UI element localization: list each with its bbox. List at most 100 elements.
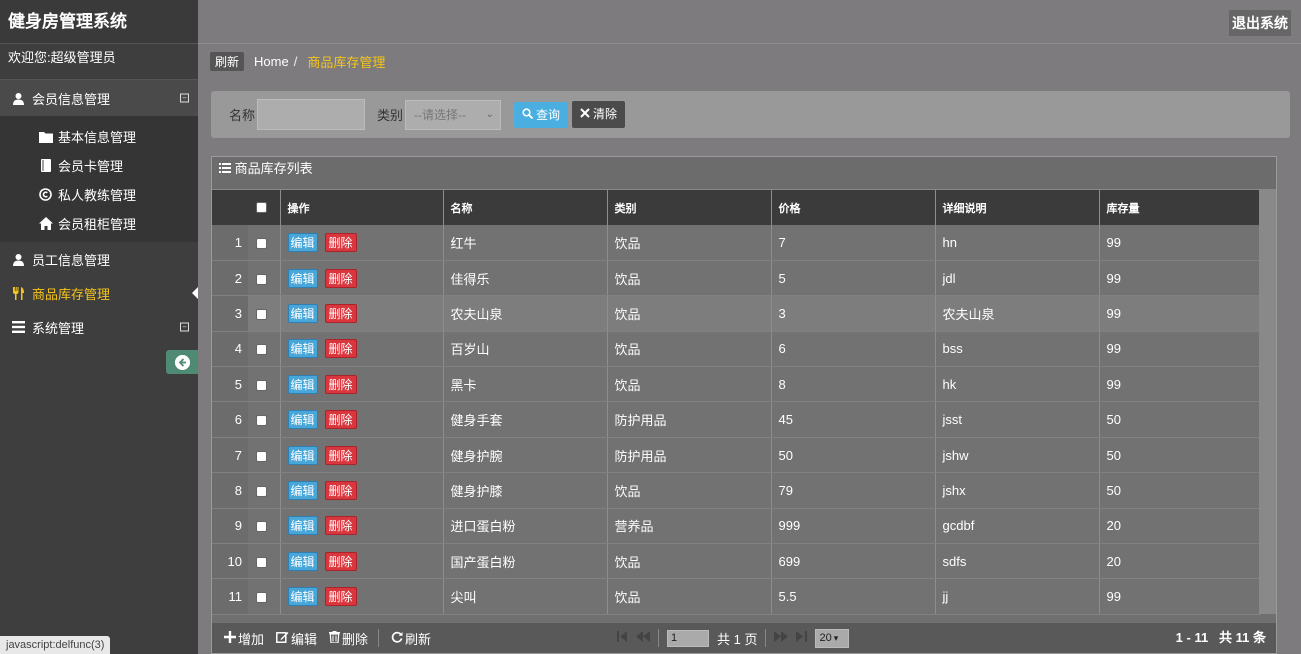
nav-member-info[interactable]: 会员信息管理 − (0, 80, 198, 116)
row-delete-button[interactable]: 删除 (324, 551, 357, 571)
row-edit-button[interactable]: 编辑 (287, 339, 318, 359)
row-checkbox[interactable] (256, 415, 267, 427)
column-header-description[interactable]: 详细说明 (935, 190, 1100, 225)
nav-personal-trainer[interactable]: 私人教练管理 (0, 180, 198, 209)
row-delete-button[interactable]: 删除 (324, 445, 357, 465)
next-page-icon[interactable] (774, 631, 789, 645)
pagination: 1 共 1 页 20 ▾ (617, 623, 850, 653)
query-label: 查询 (536, 107, 561, 122)
nav-inventory[interactable]: 商品库存管理 (0, 276, 198, 310)
cell-category: 营养品 (607, 508, 772, 545)
vertical-scrollbar[interactable] (1259, 190, 1276, 614)
row-number: 5 (212, 366, 248, 403)
row-delete-button[interactable]: 删除 (324, 480, 357, 500)
nav-locker-rental[interactable]: 会员租柜管理 (0, 209, 198, 238)
cell-price: 50 (771, 437, 936, 474)
page-number-input[interactable]: 1 (667, 629, 709, 647)
table-row[interactable]: 4 编辑 删除 百岁山 饮品 6 bss 99 (212, 331, 1261, 368)
nav-label: 会员卡管理 (58, 159, 124, 174)
row-edit-button[interactable]: 编辑 (287, 268, 318, 288)
row-delete-button[interactable]: 删除 (324, 268, 357, 288)
row-checkbox[interactable] (256, 379, 267, 391)
cell-price: 5 (771, 260, 936, 297)
delete-button[interactable]: 删除 (329, 629, 368, 648)
column-header-price[interactable]: 价格 (771, 190, 936, 225)
column-header-actions[interactable]: 操作 (280, 190, 444, 225)
nav-system[interactable]: 系统管理 − (0, 310, 198, 344)
row-checkbox[interactable] (256, 273, 267, 285)
row-edit-button[interactable]: 编辑 (287, 445, 318, 465)
name-label: 名称 (229, 108, 256, 123)
chevron-down-icon: ⌄ (485, 108, 495, 120)
table-row[interactable]: 10 编辑 删除 国产蛋白粉 饮品 699 sdfs 20 (212, 543, 1261, 580)
row-edit-button[interactable]: 编辑 (287, 551, 318, 571)
breadcrumb-home-link[interactable]: Home (254, 54, 289, 69)
row-checkbox[interactable] (256, 344, 267, 356)
table-row[interactable]: 2 编辑 删除 佳得乐 饮品 5 jdl 99 (212, 260, 1261, 297)
cell-price: 699 (771, 543, 936, 580)
nav-basic-info[interactable]: 基本信息管理 (0, 122, 198, 151)
page-size-select[interactable]: 20 ▾ (815, 628, 850, 648)
list-icon (219, 161, 235, 176)
row-checkbox[interactable] (256, 450, 267, 462)
category-select[interactable]: --请选择-- ⌄ (405, 99, 502, 130)
row-delete-button[interactable]: 删除 (324, 374, 357, 394)
row-edit-button[interactable]: 编辑 (287, 410, 318, 430)
row-checkbox[interactable] (256, 309, 267, 321)
row-delete-button[interactable]: 删除 (324, 516, 357, 536)
column-header-name[interactable]: 名称 (443, 190, 608, 225)
collapse-sidebar-button[interactable] (166, 350, 198, 374)
row-edit-button[interactable]: 编辑 (287, 303, 318, 323)
collapse-toggle-icon[interactable]: − (180, 93, 189, 103)
row-delete-button[interactable]: 删除 (324, 339, 357, 359)
row-delete-button[interactable]: 删除 (324, 587, 357, 607)
row-edit-button[interactable]: 编辑 (287, 374, 318, 394)
refresh-tab-button[interactable]: 刷新 (210, 52, 245, 71)
previous-page-icon[interactable] (636, 631, 650, 645)
row-checkbox[interactable] (256, 592, 267, 604)
cell-description: hn (935, 225, 1100, 261)
cutlery-icon (10, 286, 26, 300)
range-text: 1 - 11 (1175, 630, 1209, 645)
last-page-icon[interactable] (796, 631, 808, 645)
row-edit-button[interactable]: 编辑 (287, 480, 318, 500)
row-delete-button[interactable]: 删除 (324, 232, 357, 252)
row-checkbox[interactable] (256, 521, 267, 533)
add-button[interactable]: 增加 (224, 629, 264, 648)
edit-button[interactable]: 编辑 (276, 629, 317, 648)
row-checkbox[interactable] (256, 556, 267, 568)
table-row[interactable]: 7 编辑 删除 健身护腕 防护用品 50 jshw 50 (212, 437, 1261, 474)
row-edit-button[interactable]: 编辑 (287, 232, 318, 252)
table-row[interactable]: 3 编辑 删除 农夫山泉 饮品 3 农夫山泉 99 (212, 295, 1261, 332)
table-row[interactable]: 8 编辑 删除 健身护膝 饮品 79 jshx 50 (212, 472, 1261, 509)
table-row[interactable]: 9 编辑 删除 进口蛋白粉 营养品 999 gcdbf 20 (212, 508, 1261, 545)
table-row[interactable]: 6 编辑 删除 健身手套 防护用品 45 jsst 50 (212, 401, 1261, 438)
cell-price: 999 (771, 508, 936, 545)
collapse-toggle-icon[interactable]: − (180, 322, 189, 332)
nav-staff-info[interactable]: 员工信息管理 (0, 242, 198, 276)
table-row[interactable]: 5 编辑 删除 黑卡 饮品 8 hk 99 (212, 366, 1261, 403)
row-checkbox[interactable] (256, 238, 267, 249)
select-all-checkbox[interactable] (256, 202, 267, 214)
table-row[interactable]: 1 编辑 删除 红牛 饮品 7 hn 99 (212, 225, 1261, 261)
row-number: 4 (212, 331, 248, 368)
refresh-button[interactable]: 刷新 (391, 629, 431, 648)
clear-button[interactable]: 清除 (572, 101, 626, 128)
first-page-icon[interactable] (617, 631, 628, 645)
table-row[interactable]: 11 编辑 删除 尖叫 饮品 5.5 jj 99 (212, 578, 1261, 615)
row-edit-button[interactable]: 编辑 (287, 587, 318, 607)
row-edit-button[interactable]: 编辑 (287, 516, 318, 536)
cell-category: 饮品 (607, 543, 772, 580)
nav-member-card[interactable]: 会员卡管理 (0, 151, 198, 180)
row-delete-button[interactable]: 删除 (324, 410, 357, 430)
column-header-category[interactable]: 类别 (607, 190, 772, 225)
logout-button[interactable]: 退出系统 (1229, 10, 1291, 36)
row-actions: 编辑 删除 (280, 437, 444, 474)
query-button[interactable]: 查询 (514, 101, 569, 128)
row-delete-button[interactable]: 删除 (324, 303, 357, 323)
row-checkbox-cell (248, 366, 281, 403)
row-number: 2 (212, 260, 248, 297)
name-input[interactable] (257, 99, 366, 130)
column-header-stock[interactable]: 库存量 (1099, 190, 1261, 225)
row-checkbox[interactable] (256, 485, 267, 497)
